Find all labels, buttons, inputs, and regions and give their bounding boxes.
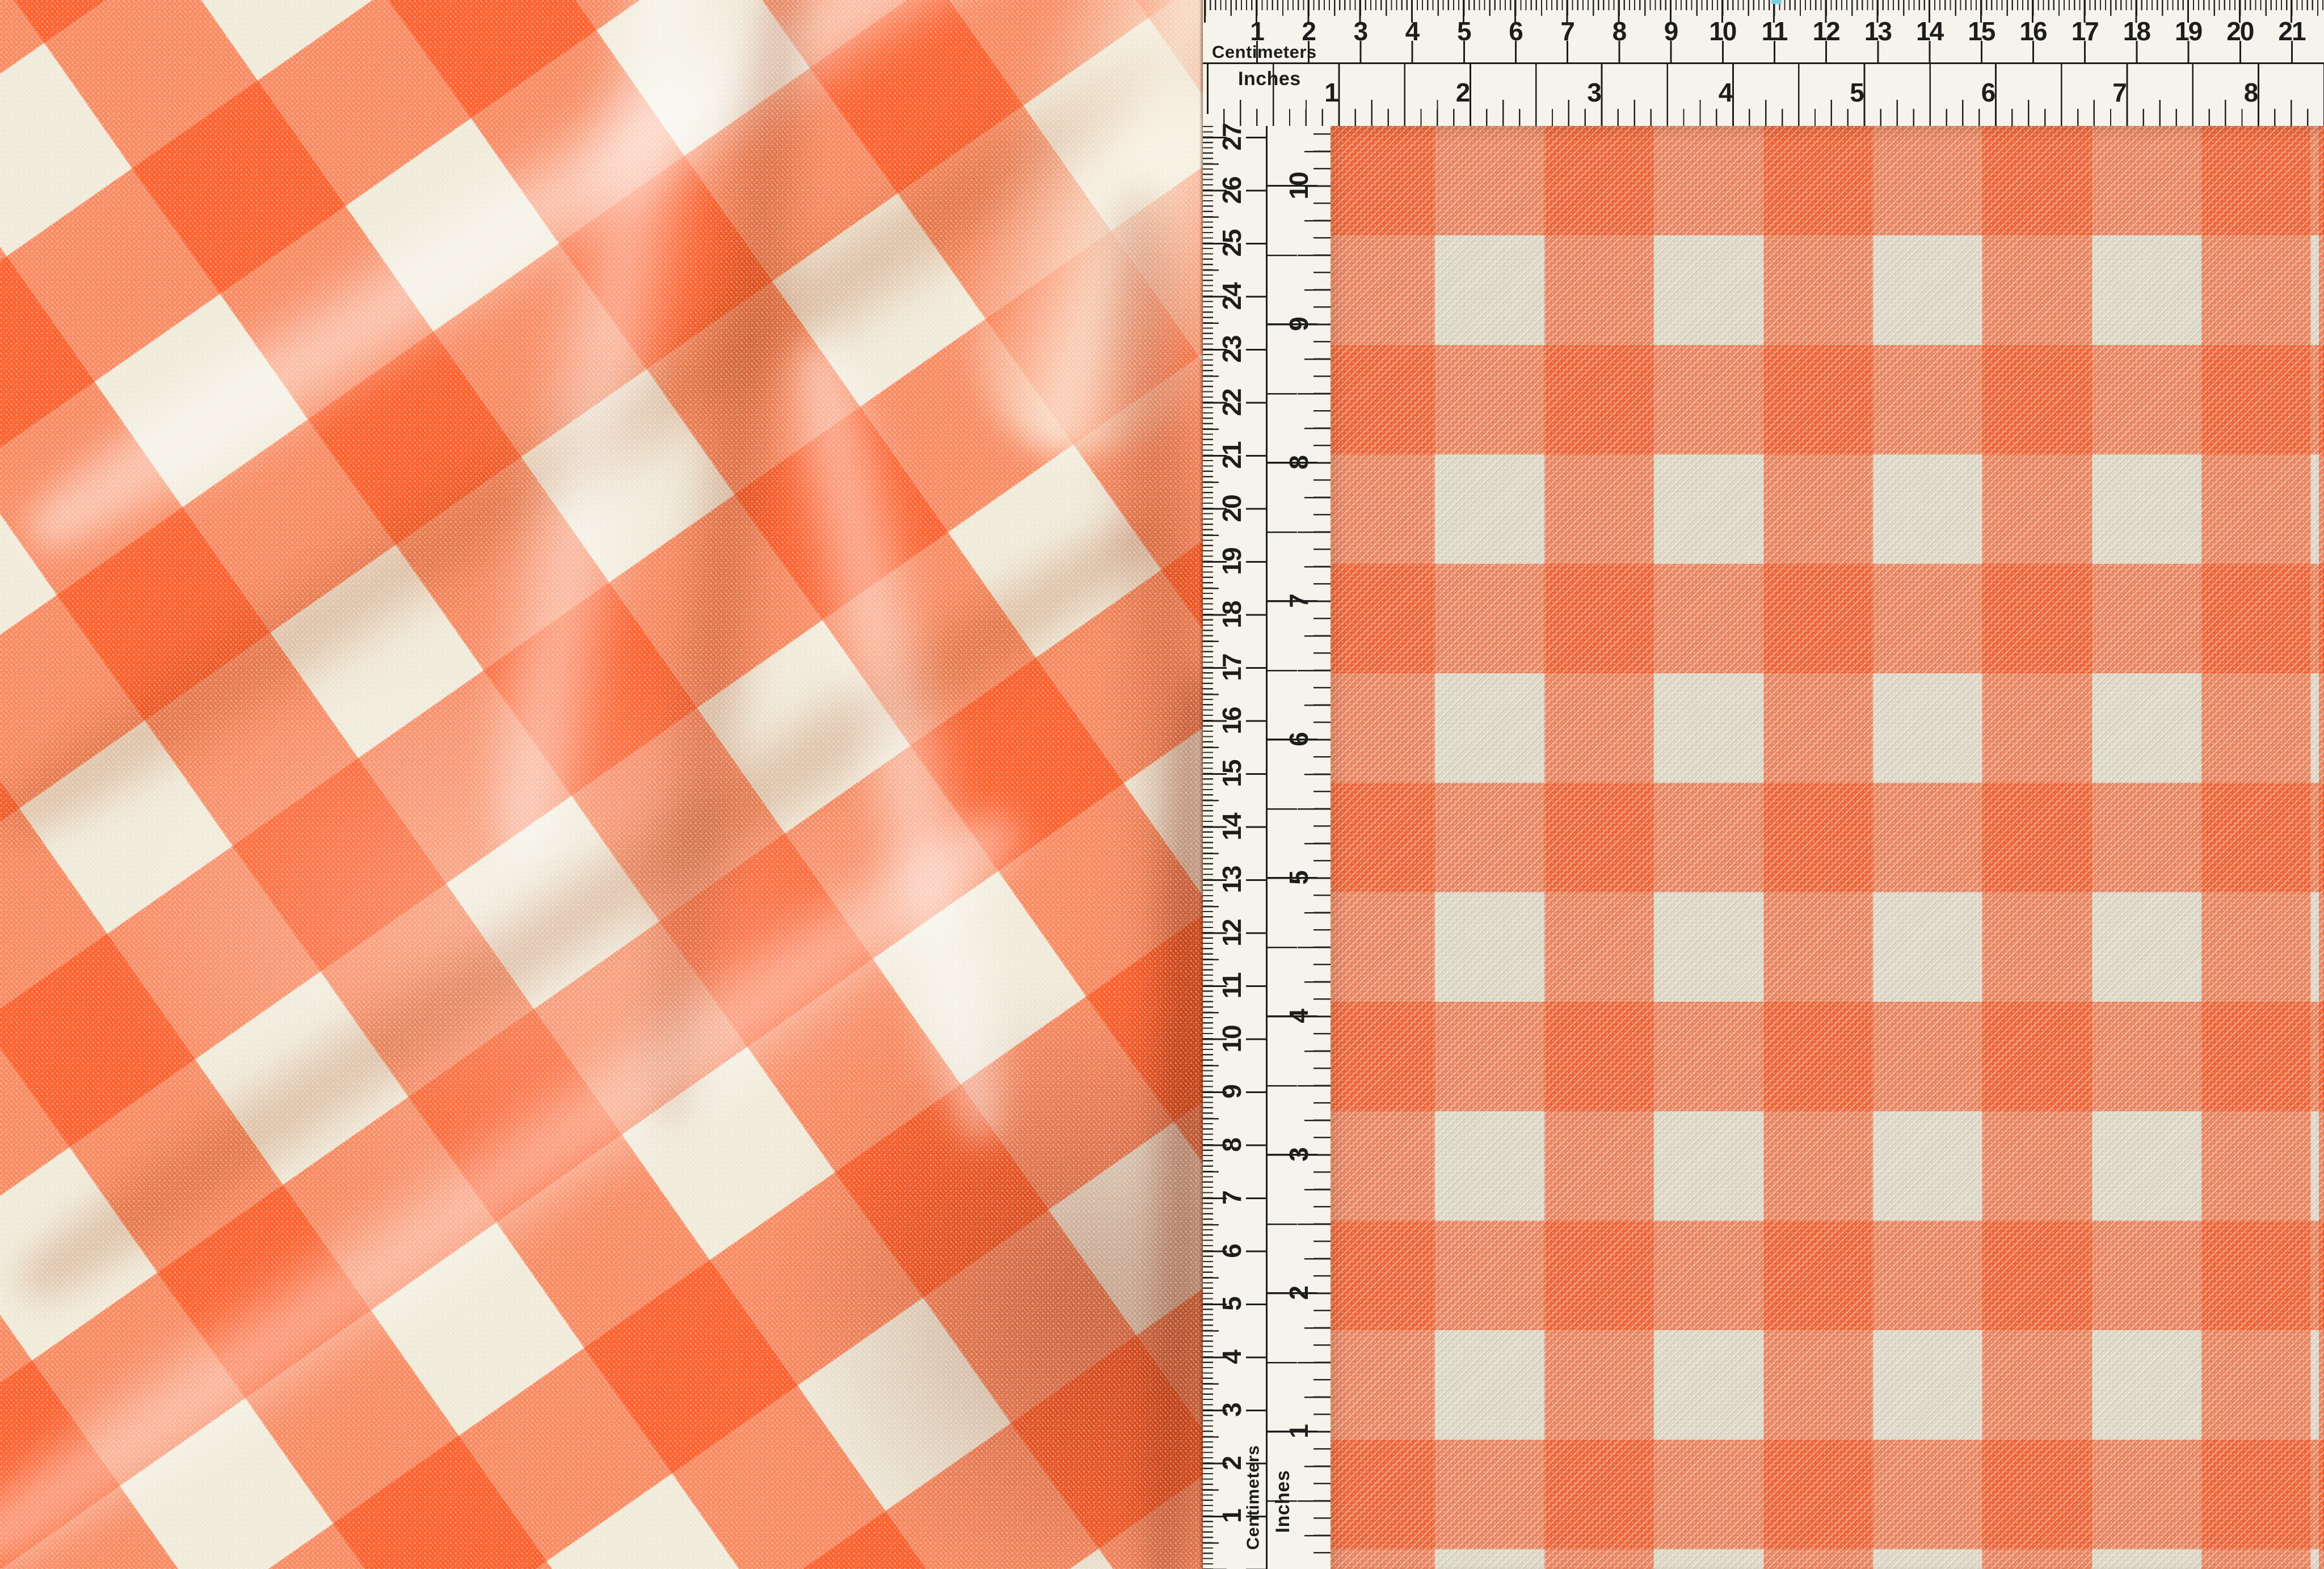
inches-label-top: Inches <box>1238 69 1301 88</box>
ruler-top-inch-scale <box>1203 64 2324 126</box>
draped-fabric-photo <box>0 0 1203 1569</box>
ruler-left-inch-scale <box>1266 126 1331 1569</box>
scan-artifact-mark <box>1771 0 1782 4</box>
centimeters-label-top: Centimeters <box>1212 43 1317 61</box>
centimeters-label-left: Centimeters <box>1244 1445 1262 1550</box>
fabric-scan-photo: 123456789101112131415161718192021 123456… <box>0 0 2324 1569</box>
inches-label-left: Inches <box>1273 1470 1292 1533</box>
flat-gingham-fabric <box>1331 126 2324 1569</box>
flat-fabric-edge-shade <box>1331 126 2324 1569</box>
mesh-texture-overlay <box>0 0 1203 1569</box>
ruler-left-centimeter-stub-ticks <box>1246 126 1266 1569</box>
ruler-top-centimeter-stub-ticks <box>1203 41 2324 62</box>
